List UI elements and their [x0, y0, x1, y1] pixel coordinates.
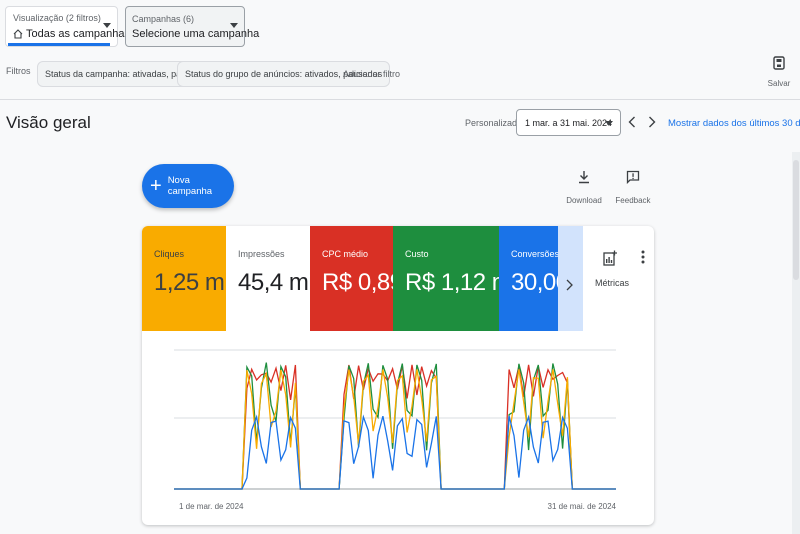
metric-label: Custo [405, 249, 429, 259]
metric-tile-impressions[interactable]: Impressões 45,4 mil [226, 226, 319, 331]
new-campaign-button[interactable]: + Nova campanha [142, 164, 234, 208]
campaign-selector-value: Selecione uma campanha [132, 28, 260, 40]
chart-svg: 1 de mar. de 2024 31 de mai. de 2024 [174, 349, 617, 511]
save-button[interactable]: Salvar [762, 56, 796, 88]
metric-value: 45,4 mil [238, 269, 319, 296]
metric-tile-clicks[interactable]: Cliques 1,25 mil [142, 226, 235, 331]
x-start-label: 1 de mar. de 2024 [179, 502, 244, 511]
active-underline [8, 43, 110, 46]
metric-label: CPC médio [322, 249, 369, 259]
last-30-days-link[interactable]: Mostrar dados dos últimos 30 dias [668, 118, 800, 129]
range-type-label: Personalizado [465, 118, 523, 128]
divider [0, 99, 800, 100]
save-icon [773, 56, 785, 70]
metric-value: 1,25 mil [154, 269, 235, 296]
chevron-right-icon [649, 116, 656, 128]
previous-period-button[interactable] [625, 113, 639, 131]
metric-value: R$ 0,89 [322, 269, 403, 296]
filters-label: Filtros [6, 66, 31, 76]
view-selector[interactable]: Visualização (2 filtros) Todas as campan… [5, 6, 130, 47]
feedback-label: Feedback [615, 196, 651, 205]
metrics-button[interactable] [603, 250, 617, 271]
chevron-right-icon [566, 279, 573, 291]
view-selector-value: Todas as campanhas [13, 28, 130, 40]
chevron-down-icon [605, 121, 613, 126]
save-label: Salvar [767, 79, 791, 88]
home-icon [13, 29, 23, 39]
download-button[interactable]: Download [566, 170, 602, 205]
next-period-button[interactable] [645, 113, 659, 131]
performance-chart: 1 de mar. de 2024 31 de mai. de 2024 [142, 331, 654, 525]
series-line-4 [174, 414, 616, 490]
series-line-1 [174, 364, 616, 490]
chevron-left-icon [628, 116, 635, 128]
campaign-selector-label: Campanhas (6) [132, 14, 195, 24]
more-vert-icon [641, 250, 645, 264]
chevron-down-icon [103, 23, 111, 28]
metrics-menu: Métricas [583, 226, 654, 331]
x-end-label: 31 de mai. de 2024 [548, 502, 617, 511]
metric-label: Impressões [238, 249, 285, 259]
scrollbar-thumb[interactable] [793, 160, 799, 280]
view-selector-text: Todas as campanhas [26, 28, 130, 40]
metric-value: R$ 1,12 mil [405, 269, 521, 296]
metric-tile-cost[interactable]: Custo R$ 1,12 mil [393, 226, 521, 331]
new-campaign-label: Nova campanha [167, 175, 213, 197]
feedback-icon [626, 170, 640, 185]
series-line-3 [174, 369, 616, 490]
add-filter-button[interactable]: Adicionar filtro [343, 69, 400, 79]
plus-icon: + [150, 175, 162, 197]
metrics-label: Métricas [595, 278, 630, 288]
download-label: Download [566, 196, 602, 205]
feedback-button[interactable]: Feedback [615, 170, 651, 205]
campaign-selector[interactable]: Campanhas (6) Selecione uma campanha [125, 6, 259, 47]
metric-label: Conversões [511, 249, 560, 259]
metric-tile-conversions[interactable]: Conversões 30,00 [499, 226, 569, 331]
date-range-selector[interactable]: 1 mar. a 31 mai. 2024 [516, 109, 621, 136]
download-icon [579, 171, 589, 184]
date-range-value: 1 mar. a 31 mai. 2024 [525, 117, 613, 128]
chevron-down-icon [230, 23, 238, 28]
page-title: Visão geral [6, 113, 91, 132]
metric-label: Cliques [154, 249, 185, 259]
metric-tile-avg-cpc[interactable]: CPC médio R$ 0,89 [310, 226, 403, 331]
more-options-button[interactable] [641, 250, 645, 269]
add-chart-icon [603, 250, 617, 266]
performance-card: Cliques 1,25 mil Impressões 45,4 mil CPC… [142, 226, 654, 525]
view-selector-label: Visualização (2 filtros) [13, 13, 101, 23]
metrics-scroll-right-button[interactable] [566, 278, 573, 296]
metric-value: 30,00 [511, 269, 569, 296]
